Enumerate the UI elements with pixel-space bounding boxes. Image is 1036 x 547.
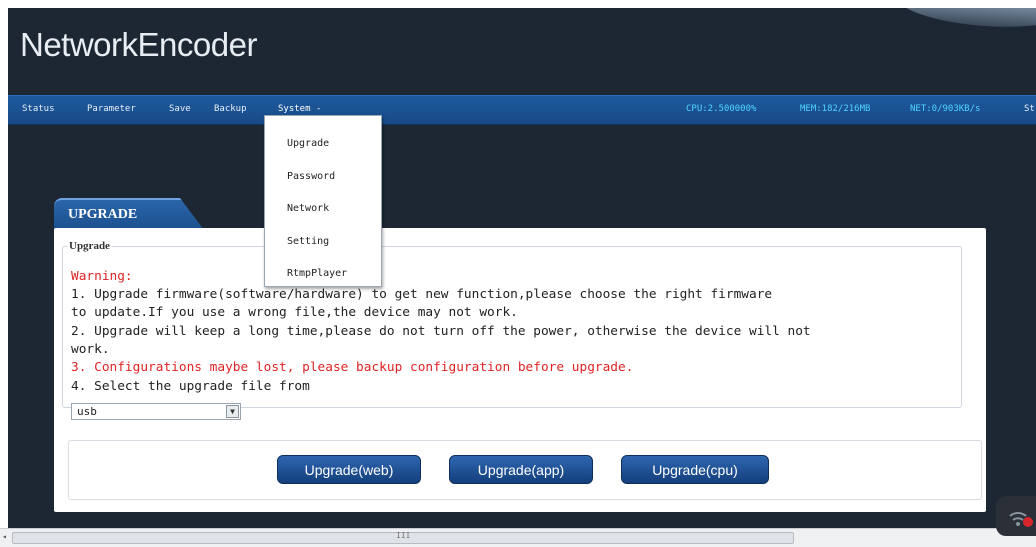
button-group: Upgrade(web) Upgrade(app) Upgrade(cpu) xyxy=(68,440,982,500)
upgrade-app-button[interactable]: Upgrade(app) xyxy=(449,455,593,484)
dropdown-item-upgrade[interactable]: Upgrade xyxy=(287,138,329,149)
system-dropdown-menu: Upgrade Password Network Setting RtmpPla… xyxy=(264,115,382,287)
header-decoration xyxy=(894,8,1036,33)
scroll-left-icon[interactable]: ◂ xyxy=(2,532,7,541)
dropdown-item-rtmpplayer[interactable]: RtmpPlayer xyxy=(287,268,347,279)
mem-stat: MEM:182/216MB xyxy=(800,104,871,114)
app-window: NetworkEncoder Status Parameter Save Bac… xyxy=(8,8,1036,528)
cpu-stat: CPU:2.500000% xyxy=(686,104,757,114)
upgrade-web-button[interactable]: Upgrade(web) xyxy=(277,455,421,484)
scrollbar-grip: III xyxy=(396,531,411,540)
upgrade-source-value: usb xyxy=(77,405,97,418)
upgrade-panel: Upgrade Warning: 1. Upgrade firmware(sof… xyxy=(54,228,986,512)
upgrade-source-select[interactable]: usb ▼ xyxy=(71,403,241,420)
menu-bar: Status Parameter Save Backup System - CP… xyxy=(8,95,1036,125)
scrollbar-thumb[interactable]: III xyxy=(12,531,794,544)
menu-overflow-item[interactable]: St xyxy=(1024,104,1035,114)
dropdown-item-password[interactable]: Password xyxy=(287,171,335,182)
menu-status[interactable]: Status xyxy=(22,104,55,114)
tab-upgrade-label: UPGRADE xyxy=(68,207,138,222)
net-stat: NET:0/903KB/s xyxy=(910,104,981,114)
dropdown-item-network[interactable]: Network xyxy=(287,203,329,214)
upgrade-group-legend: Upgrade xyxy=(69,240,110,252)
dropdown-item-setting[interactable]: Setting xyxy=(287,236,329,247)
menu-save[interactable]: Save xyxy=(169,104,191,114)
instruction-line-5: 3. Configurations maybe lost, please bac… xyxy=(71,360,634,375)
upgrade-cpu-button[interactable]: Upgrade(cpu) xyxy=(621,455,769,484)
instruction-line-3: 2. Upgrade will keep a long time,please … xyxy=(71,324,811,339)
instruction-line-2: to update.If you use a wrong file,the de… xyxy=(71,305,518,320)
menu-backup[interactable]: Backup xyxy=(214,104,247,114)
warning-label: Warning: xyxy=(71,269,133,284)
instruction-line-6: 4. Select the upgrade file from xyxy=(71,379,310,394)
menu-system[interactable]: System - xyxy=(278,104,321,114)
upgrade-group: Upgrade Warning: 1. Upgrade firmware(sof… xyxy=(62,240,962,420)
horizontal-scrollbar[interactable]: ◂ III xyxy=(0,528,1036,547)
tab-upgrade: UPGRADE xyxy=(54,198,204,230)
app-title: NetworkEncoder xyxy=(20,26,257,63)
chevron-down-icon[interactable]: ▼ xyxy=(226,405,239,418)
instruction-line-1: 1. Upgrade firmware(software/hardware) t… xyxy=(71,287,773,302)
menu-parameter[interactable]: Parameter xyxy=(87,104,136,114)
instruction-line-4: work. xyxy=(71,342,110,357)
wifi-icon[interactable] xyxy=(996,496,1036,536)
